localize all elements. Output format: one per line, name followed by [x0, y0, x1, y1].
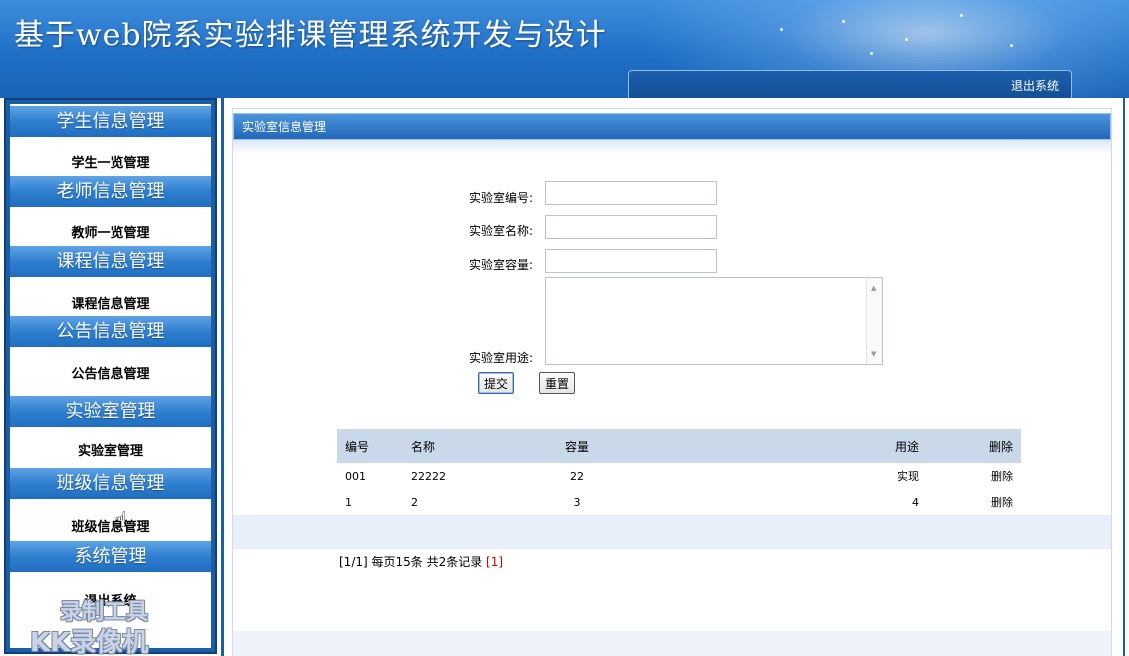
- cell-usage: 实现: [897, 470, 919, 483]
- pagination: [1/1] 每页15条 共2条记录 [1]: [339, 553, 503, 570]
- cell-id: 001: [345, 469, 366, 483]
- col-header-capacity: 容量: [497, 429, 657, 463]
- cell-id: 1: [345, 495, 352, 509]
- lab-capacity-label: 实验室容量:: [468, 258, 533, 272]
- table-footer-band: [233, 515, 1111, 549]
- scroll-down-icon[interactable]: ▼: [871, 350, 876, 358]
- pagination-info: [1/1] 每页15条 共2条记录: [339, 555, 483, 569]
- sidebar-menu: 学生信息管理 学生一览管理 老师信息管理 教师一览管理 课程信息管理 课程信息管…: [10, 104, 211, 648]
- watermark-line2: KK录像机: [30, 628, 149, 656]
- banner-sparkle: [1010, 44, 1013, 47]
- menu-head-system[interactable]: 系统管理: [10, 541, 211, 572]
- cell-usage: 4: [912, 495, 919, 509]
- main-area: 实验室信息管理 实验室编号: 实验室名称: 实验室容量: 实验室用途: ▲ ▼ …: [221, 98, 1125, 656]
- page-link[interactable]: [1]: [486, 555, 503, 569]
- banner-sparkle: [780, 28, 783, 31]
- col-header-delete: 删除: [927, 429, 1021, 463]
- banner-sparkle: [870, 52, 873, 55]
- col-header-id: 编号: [337, 429, 397, 463]
- submit-button[interactable]: 提交: [478, 372, 515, 394]
- delete-link[interactable]: 删除: [927, 463, 1021, 489]
- site-title: 基于web院系实验排课管理系统开发与设计: [14, 18, 607, 53]
- col-header-usage: 用途: [657, 429, 927, 463]
- table-header-row: 编号 名称 容量 用途 删除: [337, 429, 1021, 463]
- menu-head-student[interactable]: 学生信息管理: [10, 106, 211, 137]
- menu-head-lab[interactable]: 实验室管理: [10, 396, 211, 427]
- menu-head-course[interactable]: 课程信息管理: [10, 246, 211, 277]
- lab-id-label: 实验室编号:: [468, 191, 533, 205]
- cell-capacity: 22: [570, 469, 584, 483]
- menu-item-course[interactable]: 课程信息管理: [10, 293, 211, 312]
- header-banner: 基于web院系实验排课管理系统开发与设计 退出系统: [0, 0, 1129, 98]
- cell-name: 2: [411, 495, 418, 509]
- table-row: 001 22222 22 实现 删除: [337, 463, 1021, 489]
- banner-sparkle: [960, 14, 963, 17]
- lab-name-input[interactable]: [545, 215, 717, 239]
- cell-capacity: 3: [573, 495, 581, 509]
- menu-item-student-list[interactable]: 学生一览管理: [10, 152, 211, 171]
- sidebar: 学生信息管理 学生一览管理 老师信息管理 教师一览管理 课程信息管理 课程信息管…: [4, 98, 217, 654]
- bottom-band: [233, 631, 1111, 656]
- menu-item-teacher-list[interactable]: 教师一览管理: [10, 222, 211, 241]
- banner-sparkle: [905, 38, 908, 41]
- lab-table: 编号 名称 容量 用途 删除 001 22222 22 实现 删除 1 2 3 …: [337, 429, 1021, 515]
- banner-sparkle: [842, 20, 845, 23]
- col-header-name: 名称: [397, 429, 497, 463]
- lab-usage-label: 实验室用途:: [468, 351, 533, 365]
- top-nav-bar: 退出系统: [628, 70, 1072, 98]
- panel-title: 实验室信息管理: [233, 113, 1111, 140]
- panel-title-shadow: [233, 140, 1111, 154]
- menu-head-notice[interactable]: 公告信息管理: [10, 316, 211, 347]
- menu-item-class[interactable]: 班级信息管理: [10, 516, 211, 535]
- menu-head-class[interactable]: 班级信息管理: [10, 468, 211, 499]
- lab-capacity-input[interactable]: [545, 249, 717, 273]
- scroll-up-icon[interactable]: ▲: [871, 284, 876, 292]
- lab-name-label: 实验室名称:: [468, 224, 533, 238]
- logout-link[interactable]: 退出系统: [1011, 77, 1059, 94]
- lab-id-input[interactable]: [545, 181, 717, 205]
- content-panel: 实验室信息管理 实验室编号: 实验室名称: 实验室容量: 实验室用途: ▲ ▼ …: [232, 108, 1112, 656]
- table-row: 1 2 3 4 删除: [337, 489, 1021, 515]
- reset-button[interactable]: 重置: [539, 372, 576, 394]
- hand-cursor-icon: ☝: [114, 508, 128, 533]
- menu-item-notice[interactable]: 公告信息管理: [10, 363, 211, 382]
- cell-name: 22222: [411, 469, 446, 483]
- lab-usage-textarea[interactable]: ▲ ▼: [545, 277, 883, 365]
- delete-link[interactable]: 删除: [927, 489, 1021, 515]
- textarea-scrollbar[interactable]: ▲ ▼: [866, 278, 882, 364]
- menu-item-lab[interactable]: 实验室管理: [10, 440, 211, 459]
- menu-head-teacher[interactable]: 老师信息管理: [10, 176, 211, 207]
